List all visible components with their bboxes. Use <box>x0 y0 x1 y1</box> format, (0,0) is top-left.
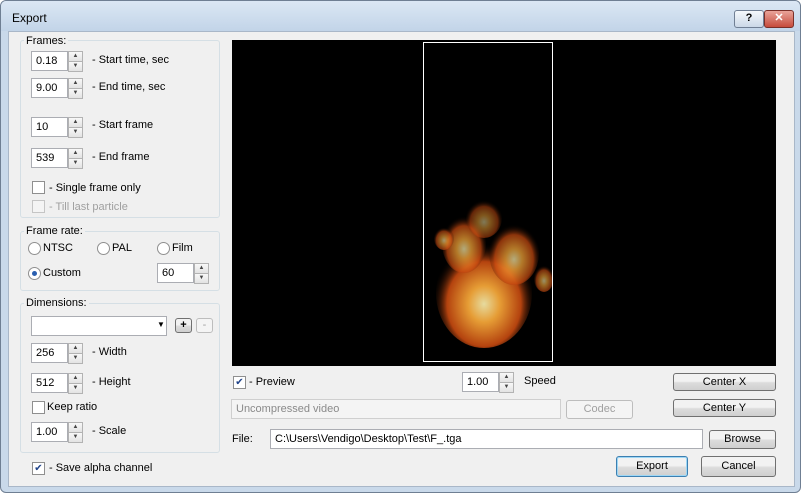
chevron-down-icon[interactable]: ▼ <box>157 320 165 329</box>
arrow-down-icon[interactable]: ▼ <box>68 432 83 443</box>
custom-rate-spinner[interactable]: 60 ▲ ▼ <box>157 263 209 284</box>
end-frame-spinner[interactable]: 539 ▲ ▼ <box>31 148 83 169</box>
add-preset-button[interactable]: + <box>175 318 192 333</box>
radio-pal-label: PAL <box>112 242 132 254</box>
arrow-down-icon[interactable]: ▼ <box>68 353 83 364</box>
height-input[interactable]: 512 <box>31 373 68 393</box>
codec-field: Uncompressed video <box>231 399 561 419</box>
radio-film[interactable] <box>157 242 170 255</box>
keep-ratio-checkbox[interactable] <box>32 401 45 414</box>
fire-particles-image <box>434 198 554 348</box>
arrow-down-icon[interactable]: ▼ <box>194 273 209 284</box>
keep-ratio-label: Keep ratio <box>47 401 98 413</box>
radio-film-label: Film <box>172 242 193 254</box>
export-button[interactable]: Export <box>616 456 688 477</box>
preview-label: - Preview <box>249 376 295 388</box>
width-input[interactable]: 256 <box>31 343 68 363</box>
custom-rate-input[interactable]: 60 <box>157 263 194 283</box>
scale-spinner[interactable]: 1.00 ▲ ▼ <box>31 422 83 443</box>
speed-input[interactable]: 1.00 <box>462 372 499 392</box>
radio-ntsc-label: NTSC <box>43 242 73 254</box>
start-frame-label: - Start frame <box>92 119 154 131</box>
arrow-down-icon[interactable]: ▼ <box>68 127 83 138</box>
export-frame-outline <box>423 42 554 362</box>
width-spinner[interactable]: 256 ▲ ▼ <box>31 343 83 364</box>
arrow-down-icon[interactable]: ▼ <box>499 382 514 393</box>
dialog-body: Frames: 0.18 ▲ ▼ - Start time, sec 9.00 … <box>8 31 795 487</box>
height-spinner[interactable]: 512 ▲ ▼ <box>31 373 83 394</box>
file-path-input[interactable]: C:\Users\Vendigo\Desktop\Test\F_.tga <box>270 429 703 449</box>
dimensions-legend: Dimensions: <box>24 297 89 309</box>
browse-button[interactable]: Browse <box>709 430 776 449</box>
save-alpha-label: - Save alpha channel <box>49 462 153 474</box>
single-frame-checkbox[interactable] <box>32 181 45 194</box>
title-bar: Export ? ✕ <box>1 1 800 31</box>
speed-spinner[interactable]: 1.00 ▲ ▼ <box>462 372 514 393</box>
arrow-down-icon[interactable]: ▼ <box>68 88 83 99</box>
till-last-particle-label: - Till last particle <box>49 201 128 213</box>
end-time-spinner[interactable]: 9.00 ▲ ▼ <box>31 78 83 99</box>
frames-legend: Frames: <box>24 35 69 47</box>
speed-label: Speed <box>524 375 556 387</box>
radio-custom[interactable] <box>28 267 41 280</box>
radio-pal[interactable] <box>97 242 110 255</box>
end-time-input[interactable]: 9.00 <box>31 78 68 98</box>
start-frame-input[interactable]: 10 <box>31 117 68 137</box>
file-label: File: <box>232 433 253 445</box>
radio-custom-label: Custom <box>43 267 81 279</box>
help-button[interactable]: ? <box>734 10 764 28</box>
dimensions-preset-dropdown[interactable] <box>31 316 167 336</box>
scale-label: - Scale <box>92 425 127 437</box>
end-time-label: - End time, sec <box>92 81 166 93</box>
export-dialog: Export ? ✕ Frames: 0.18 ▲ ▼ - Start time… <box>0 0 801 493</box>
end-frame-label: - End frame <box>92 151 150 163</box>
start-time-input[interactable]: 0.18 <box>31 51 68 71</box>
center-y-button[interactable]: Center Y <box>673 399 776 417</box>
radio-ntsc[interactable] <box>28 242 41 255</box>
end-frame-input[interactable]: 539 <box>31 148 68 168</box>
arrow-down-icon[interactable]: ▼ <box>68 158 83 169</box>
window-title: Export <box>12 11 47 25</box>
codec-button[interactable]: Codec <box>566 400 633 419</box>
arrow-down-icon[interactable]: ▼ <box>68 61 83 72</box>
single-frame-label: - Single frame only <box>49 182 141 194</box>
start-frame-spinner[interactable]: 10 ▲ ▼ <box>31 117 83 138</box>
width-label: - Width <box>92 346 127 358</box>
start-time-spinner[interactable]: 0.18 ▲ ▼ <box>31 51 83 72</box>
save-alpha-checkbox[interactable]: ✔ <box>32 462 45 475</box>
scale-input[interactable]: 1.00 <box>31 422 68 442</box>
till-last-particle-checkbox[interactable] <box>32 200 45 213</box>
close-button[interactable]: ✕ <box>764 10 794 28</box>
frame-rate-legend: Frame rate: <box>24 225 85 237</box>
height-label: - Height <box>92 376 131 388</box>
center-x-button[interactable]: Center X <box>673 373 776 391</box>
arrow-down-icon[interactable]: ▼ <box>68 383 83 394</box>
remove-preset-button[interactable]: - <box>196 318 213 333</box>
preview-canvas[interactable] <box>232 40 776 366</box>
start-time-label: - Start time, sec <box>92 54 170 66</box>
cancel-button[interactable]: Cancel <box>701 456 776 477</box>
preview-checkbox[interactable]: ✔ <box>233 376 246 389</box>
